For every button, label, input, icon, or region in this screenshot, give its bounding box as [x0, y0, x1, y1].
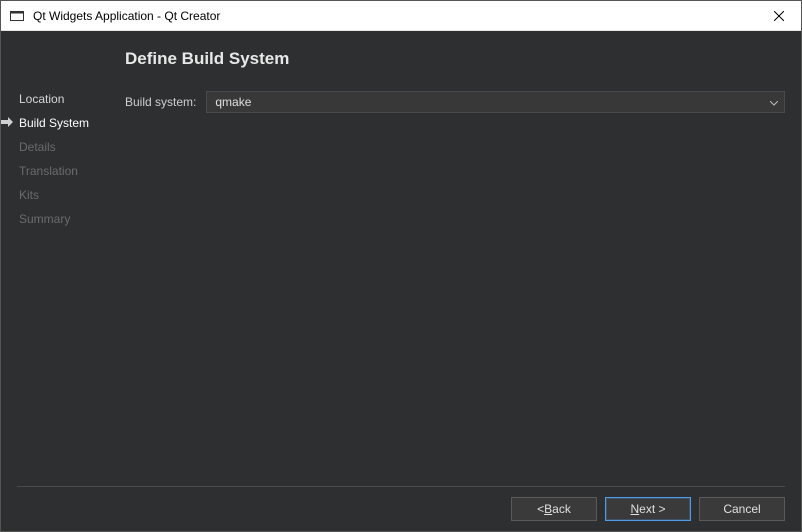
chevron-down-icon — [770, 95, 778, 109]
window-title: Qt Widgets Application - Qt Creator — [33, 9, 757, 23]
next-button[interactable]: Next > — [605, 497, 691, 521]
build-system-row: Build system: qmake — [125, 91, 785, 113]
step-label: Summary — [19, 212, 70, 226]
cancel-button[interactable]: Cancel — [699, 497, 785, 521]
step-details: Details — [17, 135, 113, 159]
back-button[interactable]: < Back — [511, 497, 597, 521]
build-system-value: qmake — [215, 95, 251, 109]
close-button[interactable] — [757, 1, 801, 31]
wizard-main: Define Build System Build system: qmake — [125, 47, 785, 478]
step-translation: Translation — [17, 159, 113, 183]
step-label: Kits — [19, 188, 39, 202]
build-system-label: Build system: — [125, 95, 196, 109]
step-location: Location — [17, 87, 113, 111]
step-kits: Kits — [17, 183, 113, 207]
app-icon — [9, 8, 25, 24]
wizard-sidebar: Location Build System Details Translatio… — [17, 47, 113, 478]
arrow-right-icon — [1, 116, 13, 130]
step-label: Translation — [19, 164, 78, 178]
wizard-body: Location Build System Details Translatio… — [1, 31, 801, 531]
step-label: Details — [19, 140, 56, 154]
step-label: Build System — [19, 116, 89, 130]
titlebar: Qt Widgets Application - Qt Creator — [1, 1, 801, 31]
page-title: Define Build System — [125, 49, 785, 69]
step-build-system: Build System — [17, 111, 113, 135]
close-icon — [774, 11, 784, 21]
wizard-content: Location Build System Details Translatio… — [1, 31, 801, 486]
wizard-footer: < Back Next > Cancel — [1, 487, 801, 531]
step-summary: Summary — [17, 207, 113, 231]
build-system-select[interactable]: qmake — [206, 91, 785, 113]
wizard-window: Qt Widgets Application - Qt Creator Loca… — [0, 0, 802, 532]
step-label: Location — [19, 92, 64, 106]
